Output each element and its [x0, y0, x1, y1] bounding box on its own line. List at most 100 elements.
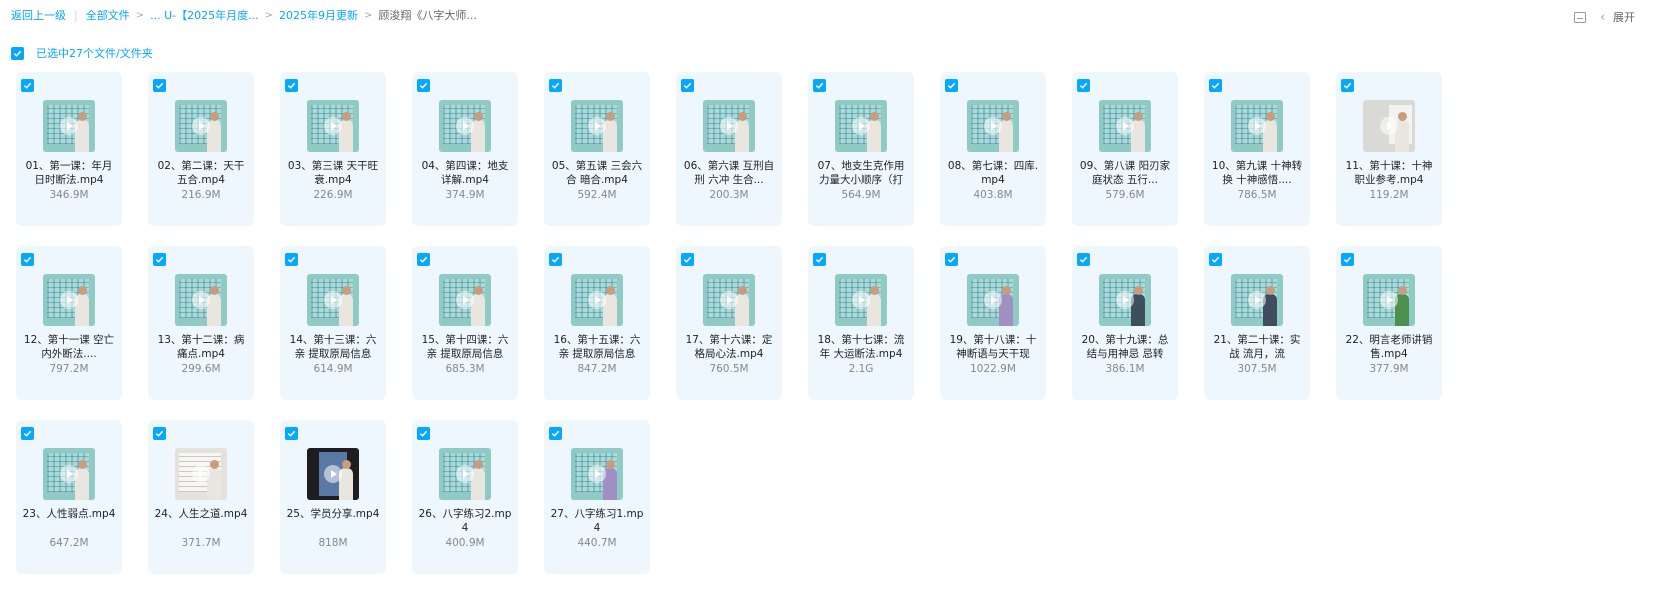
chevron-left-icon[interactable]: ‹	[1600, 10, 1605, 24]
file-card[interactable]: 23、人性弱点.mp4 647.2M	[16, 420, 122, 574]
file-card[interactable]: 01、第一课：年月日时断法.mp4 346.9M	[16, 72, 122, 226]
video-thumbnail[interactable]	[43, 274, 95, 326]
file-checkbox[interactable]	[945, 253, 958, 266]
check-icon	[419, 82, 428, 89]
file-card[interactable]: 22、明言老师讲销售.mp4 377.9M	[1336, 246, 1442, 400]
file-card[interactable]: 06、第六课 互刑自刑 六冲 生合... 200.3M	[676, 72, 782, 226]
file-checkbox[interactable]	[1077, 253, 1090, 266]
file-checkbox[interactable]	[21, 427, 34, 440]
file-checkbox[interactable]	[1209, 253, 1222, 266]
video-thumbnail[interactable]	[571, 448, 623, 500]
breadcrumb-folder-1[interactable]: ... U-【2025年月度...	[150, 9, 259, 23]
video-thumbnail[interactable]	[571, 100, 623, 152]
video-thumbnail[interactable]	[307, 274, 359, 326]
video-thumbnail[interactable]	[1231, 100, 1283, 152]
file-card[interactable]: 02、第二课：天干五合.mp4 216.9M	[148, 72, 254, 226]
breadcrumb-folder-2[interactable]: 2025年9月更新	[279, 9, 358, 23]
file-card[interactable]: 07、地支生克作用力量大小顺序（打 564.9M	[808, 72, 914, 226]
file-card[interactable]: 05、第五课 三会六合 暗合.mp4 592.4M	[544, 72, 650, 226]
file-card[interactable]: 14、第十三课：六亲 提取原局信息 614.9M	[280, 246, 386, 400]
video-thumbnail[interactable]	[439, 274, 491, 326]
file-checkbox[interactable]	[285, 427, 298, 440]
video-thumbnail[interactable]	[1363, 274, 1415, 326]
video-thumbnail[interactable]	[307, 448, 359, 500]
file-card[interactable]: 25、学员分享.mp4 818M	[280, 420, 386, 574]
file-card[interactable]: 27、八字练习1.mp4 440.7M	[544, 420, 650, 574]
video-thumbnail[interactable]	[175, 448, 227, 500]
file-card[interactable]: 18、第十七课：流年 大运断法.mp4 2.1G	[808, 246, 914, 400]
select-all-checkbox[interactable]	[11, 46, 24, 60]
check-icon	[23, 256, 32, 263]
file-checkbox[interactable]	[21, 253, 34, 266]
file-card[interactable]: 11、第十课：十神职业参考.mp4 119.2M	[1336, 72, 1442, 226]
file-card[interactable]: 10、第九课 十神转换 十神感悟.... 786.5M	[1204, 72, 1310, 226]
file-checkbox[interactable]	[549, 253, 562, 266]
video-thumbnail[interactable]	[1099, 100, 1151, 152]
file-checkbox[interactable]	[285, 79, 298, 92]
file-card[interactable]: 15、第十四课：六亲 提取原局信息 685.3M	[412, 246, 518, 400]
file-card[interactable]: 17、第十六课：定格局心法.mp4 760.5M	[676, 246, 782, 400]
video-thumbnail[interactable]	[967, 100, 1019, 152]
file-card[interactable]: 03、第三课 天干旺衰.mp4 226.9M	[280, 72, 386, 226]
file-card[interactable]: 20、第十九课：总结与用神忌 忌转 386.1M	[1072, 246, 1178, 400]
file-card[interactable]: 16、第十五课：六亲 提取原局信息 847.2M	[544, 246, 650, 400]
file-checkbox[interactable]	[417, 79, 430, 92]
file-checkbox[interactable]	[945, 79, 958, 92]
file-name: 02、第二课：天干五合.mp4	[157, 160, 245, 186]
video-thumbnail[interactable]	[439, 100, 491, 152]
video-thumbnail[interactable]	[175, 100, 227, 152]
file-card[interactable]: 08、第七课：四库.mp4 403.8M	[940, 72, 1046, 226]
video-thumbnail[interactable]	[1099, 274, 1151, 326]
video-thumbnail[interactable]	[835, 100, 887, 152]
file-checkbox[interactable]	[417, 253, 430, 266]
file-card[interactable]: 24、人生之道.mp4 371.7M	[148, 420, 254, 574]
video-thumbnail[interactable]	[967, 274, 1019, 326]
breadcrumb-all-files[interactable]: 全部文件	[86, 9, 130, 23]
file-card[interactable]: 21、第二十课：实战 流月，流 307.5M	[1204, 246, 1310, 400]
file-checkbox[interactable]	[813, 79, 826, 92]
file-card[interactable]: 26、八字练习2.mp4 400.9M	[412, 420, 518, 574]
file-checkbox[interactable]	[1209, 79, 1222, 92]
file-checkbox[interactable]	[681, 253, 694, 266]
play-icon	[456, 465, 474, 483]
video-thumbnail[interactable]	[175, 274, 227, 326]
video-thumbnail[interactable]	[835, 274, 887, 326]
video-thumbnail[interactable]	[307, 100, 359, 152]
file-checkbox[interactable]	[813, 253, 826, 266]
file-checkbox[interactable]	[153, 79, 166, 92]
video-thumbnail[interactable]	[703, 274, 755, 326]
select-all-row[interactable]: 已选中27个文件/文件夹	[11, 45, 153, 61]
video-thumbnail[interactable]	[43, 100, 95, 152]
play-icon	[1248, 291, 1266, 309]
file-card[interactable]: 09、第八课 阳刃家庭状态 五行... 579.6M	[1072, 72, 1178, 226]
file-checkbox[interactable]	[285, 253, 298, 266]
file-checkbox[interactable]	[681, 79, 694, 92]
file-size: 847.2M	[577, 363, 617, 375]
play-icon	[984, 117, 1002, 135]
file-checkbox[interactable]	[549, 79, 562, 92]
back-link[interactable]: 返回上一级	[11, 9, 66, 23]
file-card[interactable]: 19、第十八课：十神断语与天干现 1022.9M	[940, 246, 1046, 400]
file-checkbox[interactable]	[1077, 79, 1090, 92]
list-view-icon[interactable]	[1574, 11, 1587, 23]
video-thumbnail[interactable]	[439, 448, 491, 500]
video-thumbnail[interactable]	[43, 448, 95, 500]
file-checkbox[interactable]	[417, 427, 430, 440]
video-thumbnail[interactable]	[1363, 100, 1415, 152]
file-checkbox[interactable]	[153, 427, 166, 440]
check-icon	[155, 430, 164, 437]
expand-button[interactable]: 展开	[1613, 9, 1635, 25]
file-checkbox[interactable]	[1341, 79, 1354, 92]
file-checkbox[interactable]	[549, 427, 562, 440]
video-thumbnail[interactable]	[571, 274, 623, 326]
file-card[interactable]: 12、第十一课 空亡 内外断法.... 797.2M	[16, 246, 122, 400]
file-checkbox[interactable]	[21, 79, 34, 92]
video-thumbnail[interactable]	[703, 100, 755, 152]
file-checkbox[interactable]	[153, 253, 166, 266]
check-icon	[155, 256, 164, 263]
file-card[interactable]: 04、第四课：地支详解.mp4 374.9M	[412, 72, 518, 226]
check-icon	[815, 256, 824, 263]
file-card[interactable]: 13、第十二课：病痛点.mp4 299.6M	[148, 246, 254, 400]
video-thumbnail[interactable]	[1231, 274, 1283, 326]
file-checkbox[interactable]	[1341, 253, 1354, 266]
